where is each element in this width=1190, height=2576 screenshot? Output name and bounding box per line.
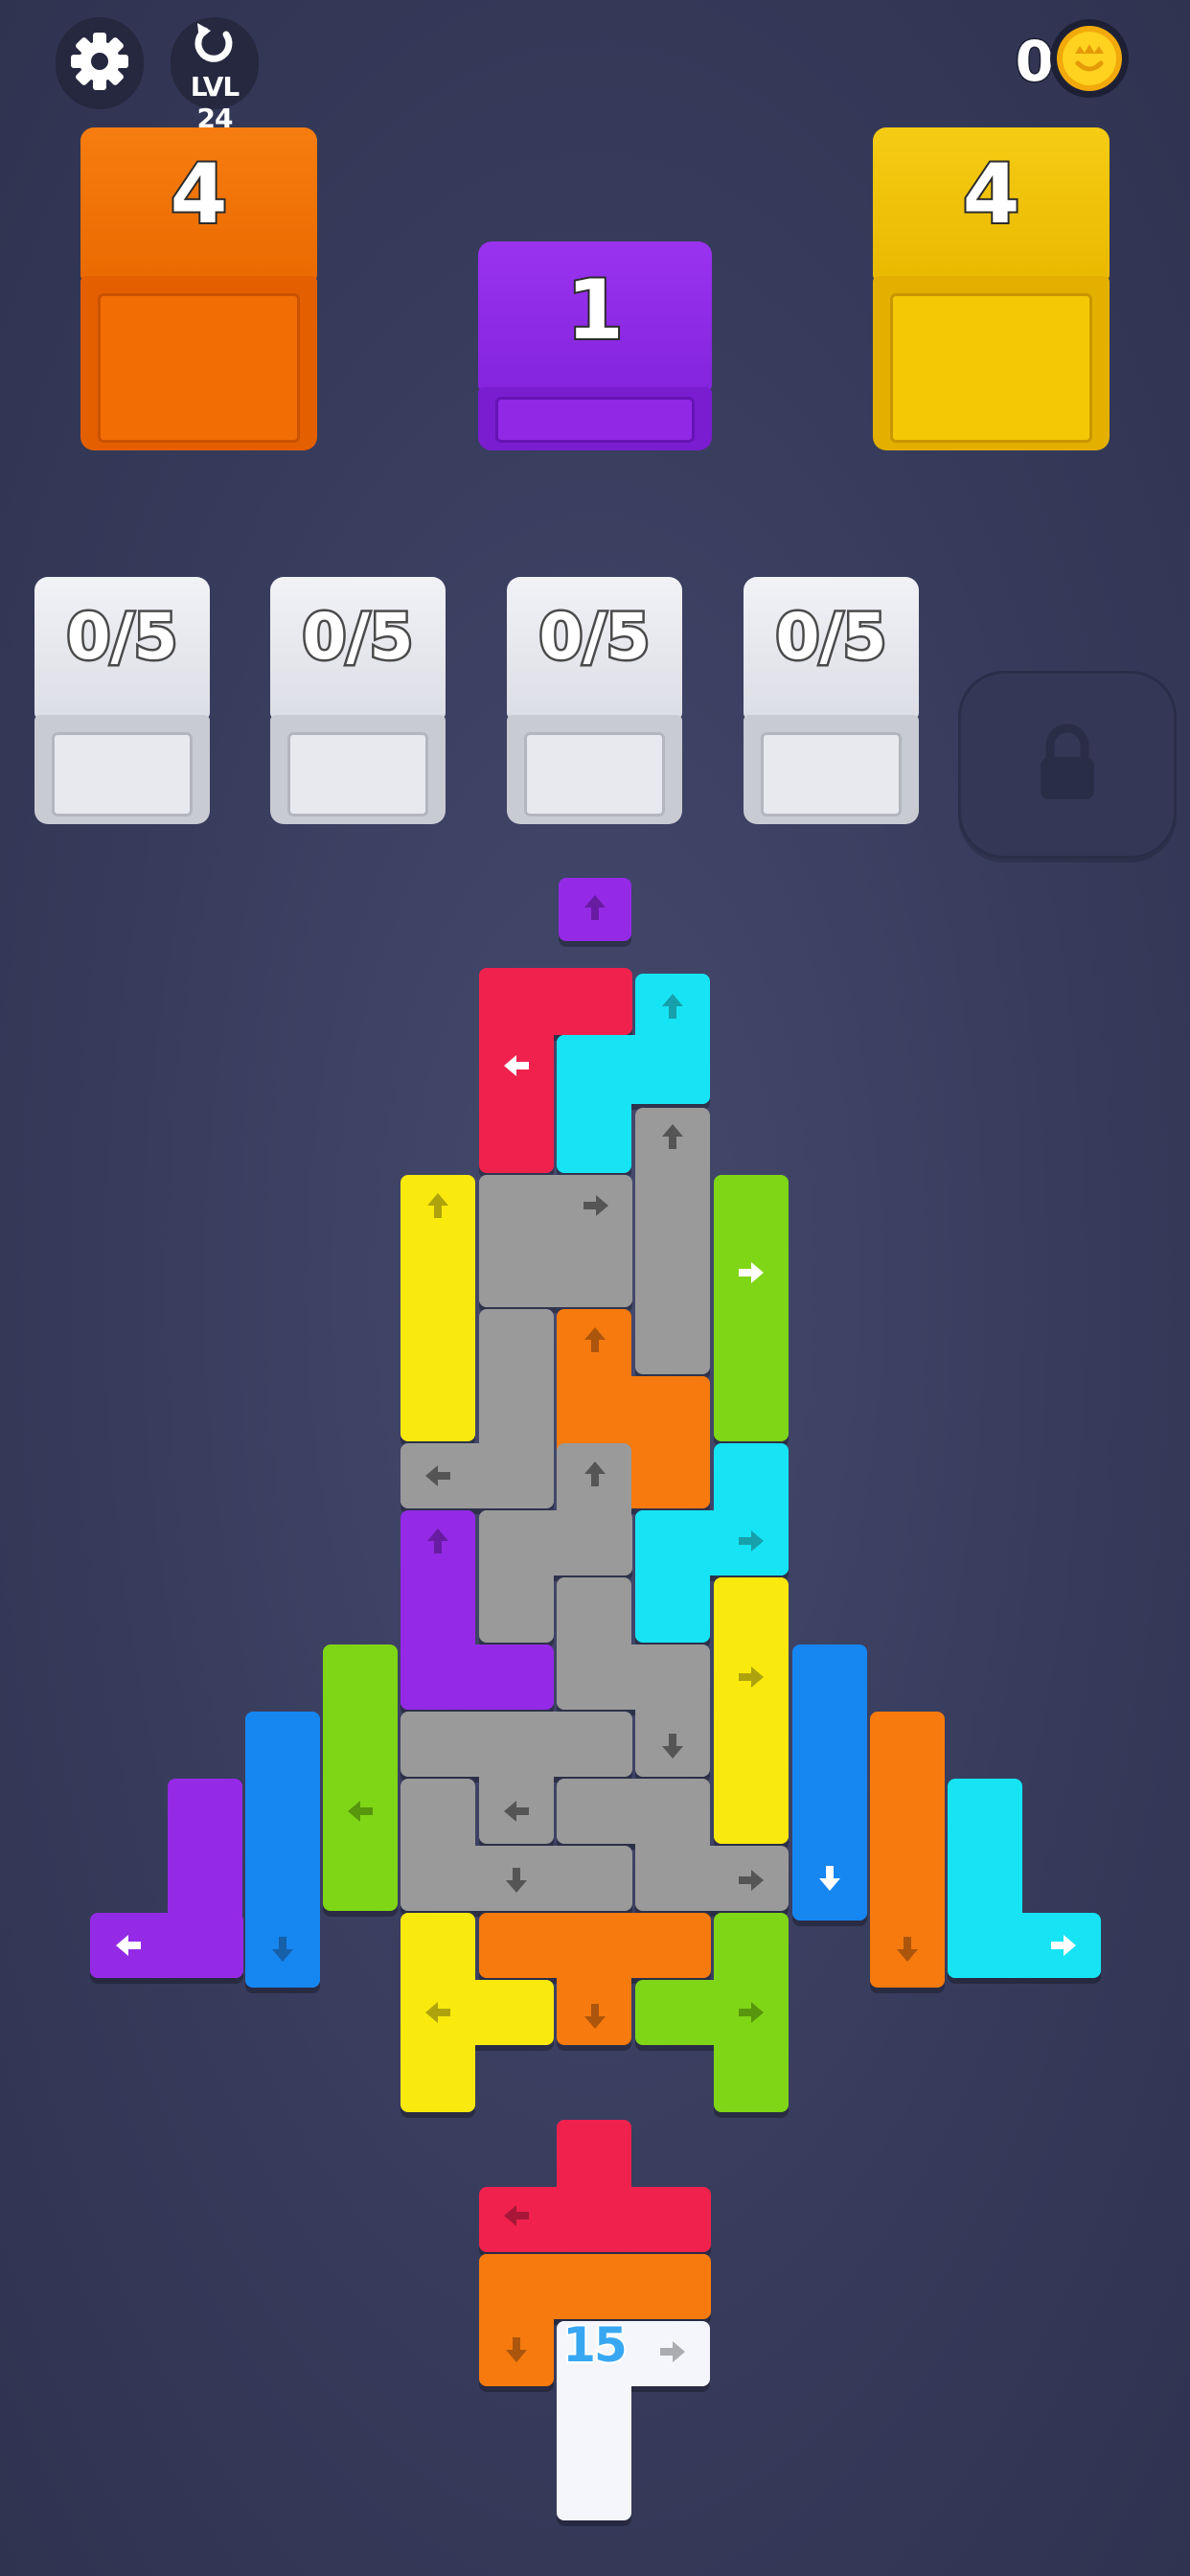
piece-red-bottom[interactable]	[479, 2120, 711, 2252]
piece-green-left[interactable]	[323, 1644, 398, 1911]
piece-blue-left[interactable]	[245, 1712, 320, 1988]
piece-yellow-left[interactable]	[400, 1175, 475, 1441]
piece-purple-top[interactable]	[559, 878, 631, 941]
piece-gray-1[interactable]	[479, 1175, 632, 1307]
piece-blue-right[interactable]	[792, 1644, 867, 1920]
piece-orange-right[interactable]	[870, 1712, 945, 1988]
queue-counter: 15	[561, 2315, 629, 2375]
piece-cyan-far-right[interactable]	[948, 1779, 1101, 1978]
puzzle-board	[90, 878, 1101, 2520]
piece-yellow-mid[interactable]	[714, 1577, 789, 1844]
piece-gray-2[interactable]	[635, 1108, 710, 1374]
piece-purple-far-left[interactable]	[90, 1779, 243, 1978]
piece-green-right[interactable]	[714, 1175, 789, 1441]
